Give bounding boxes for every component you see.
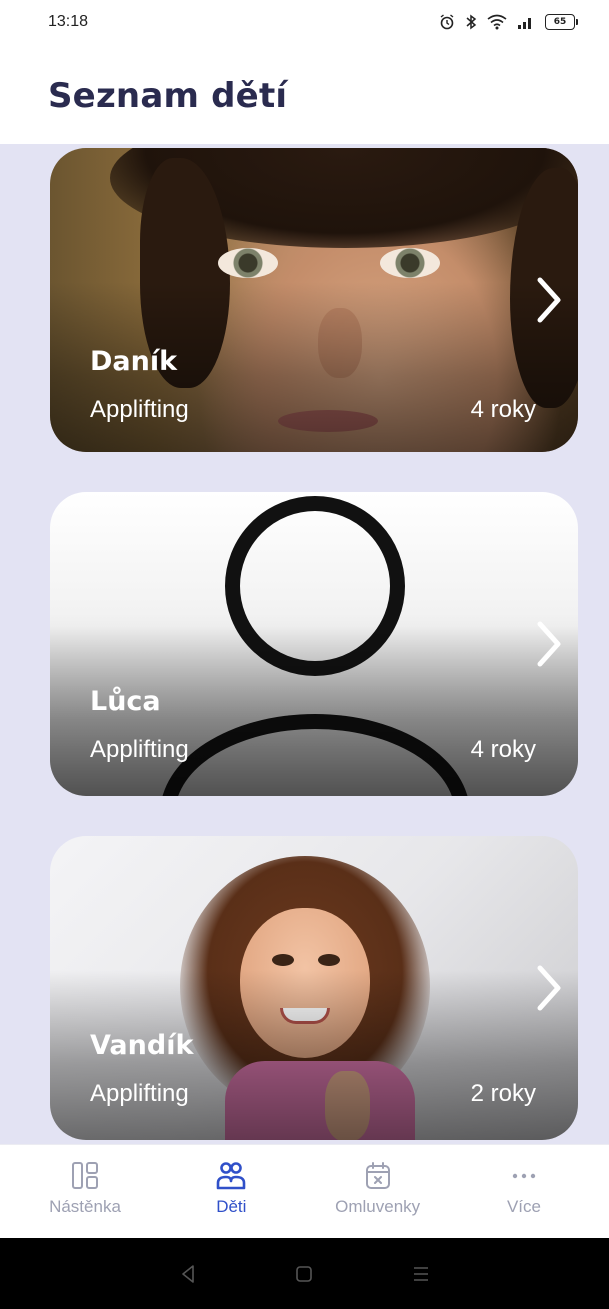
child-card-vandik[interactable]: Vandík Applifting 2 roky: [50, 836, 578, 1140]
child-age: 4 roky: [470, 736, 536, 763]
nav-label: Více: [506, 1197, 541, 1216]
nav-item-nastenka[interactable]: Nástěnka: [20, 1145, 150, 1238]
bluetooth-icon: [466, 14, 477, 30]
signal-icon: [518, 18, 531, 29]
chevron-right-icon: [537, 621, 561, 667]
nav-label: Omluvenky: [335, 1197, 421, 1216]
child-name: Lůca: [90, 686, 161, 717]
status-time: 13:18: [48, 13, 89, 30]
child-card-danik[interactable]: Daník Applifting 4 roky: [50, 148, 578, 452]
wifi-icon: [487, 14, 507, 30]
child-card-luca[interactable]: Lůca Applifting 4 roky: [50, 492, 578, 796]
child-organization: Applifting: [90, 396, 189, 423]
calendar-excuse-icon: [365, 1162, 390, 1189]
alarm-icon: [440, 14, 454, 30]
dashboard-icon: [72, 1162, 98, 1189]
photo-detail: [218, 248, 278, 278]
system-nav-bar: [0, 1238, 609, 1309]
recents-icon[interactable]: [408, 1261, 434, 1287]
status-icons: 65: [439, 14, 578, 30]
child-organization: Applifting: [90, 1080, 189, 1107]
home-icon[interactable]: [291, 1261, 317, 1287]
children-list[interactable]: Daník Applifting 4 roky Lůca Applifting …: [0, 144, 609, 1144]
nav-item-vice[interactable]: Více: [459, 1145, 589, 1238]
back-icon[interactable]: [175, 1261, 201, 1287]
photo-detail: [318, 954, 340, 966]
chevron-right-icon: [537, 277, 561, 323]
nav-item-omluvenky[interactable]: Omluvenky: [313, 1145, 443, 1238]
child-age: 4 roky: [470, 396, 536, 423]
child-age: 2 roky: [470, 1080, 536, 1107]
header: Seznam dětí: [0, 44, 609, 144]
nav-label: Nástěnka: [49, 1197, 121, 1216]
child-organization: Applifting: [90, 736, 189, 763]
more-icon: [512, 1173, 536, 1179]
children-icon: [217, 1162, 246, 1190]
app-screen: 13:18 65 Seznam dětí Daník Applifting 4 …: [0, 0, 609, 1309]
battery-icon: 65: [545, 14, 578, 30]
nav-label: Děti: [216, 1197, 247, 1216]
status-bar: 13:18 65: [0, 0, 609, 44]
page-title: Seznam dětí: [48, 76, 288, 116]
chevron-right-icon: [537, 965, 561, 1011]
photo-detail: [272, 954, 294, 966]
photo-detail: [380, 248, 440, 278]
child-name: Daník: [90, 346, 178, 377]
bottom-nav: Nástěnka Děti Omluvenky Více: [0, 1144, 609, 1238]
nav-item-deti[interactable]: Děti: [166, 1145, 296, 1238]
child-name: Vandík: [90, 1030, 194, 1061]
